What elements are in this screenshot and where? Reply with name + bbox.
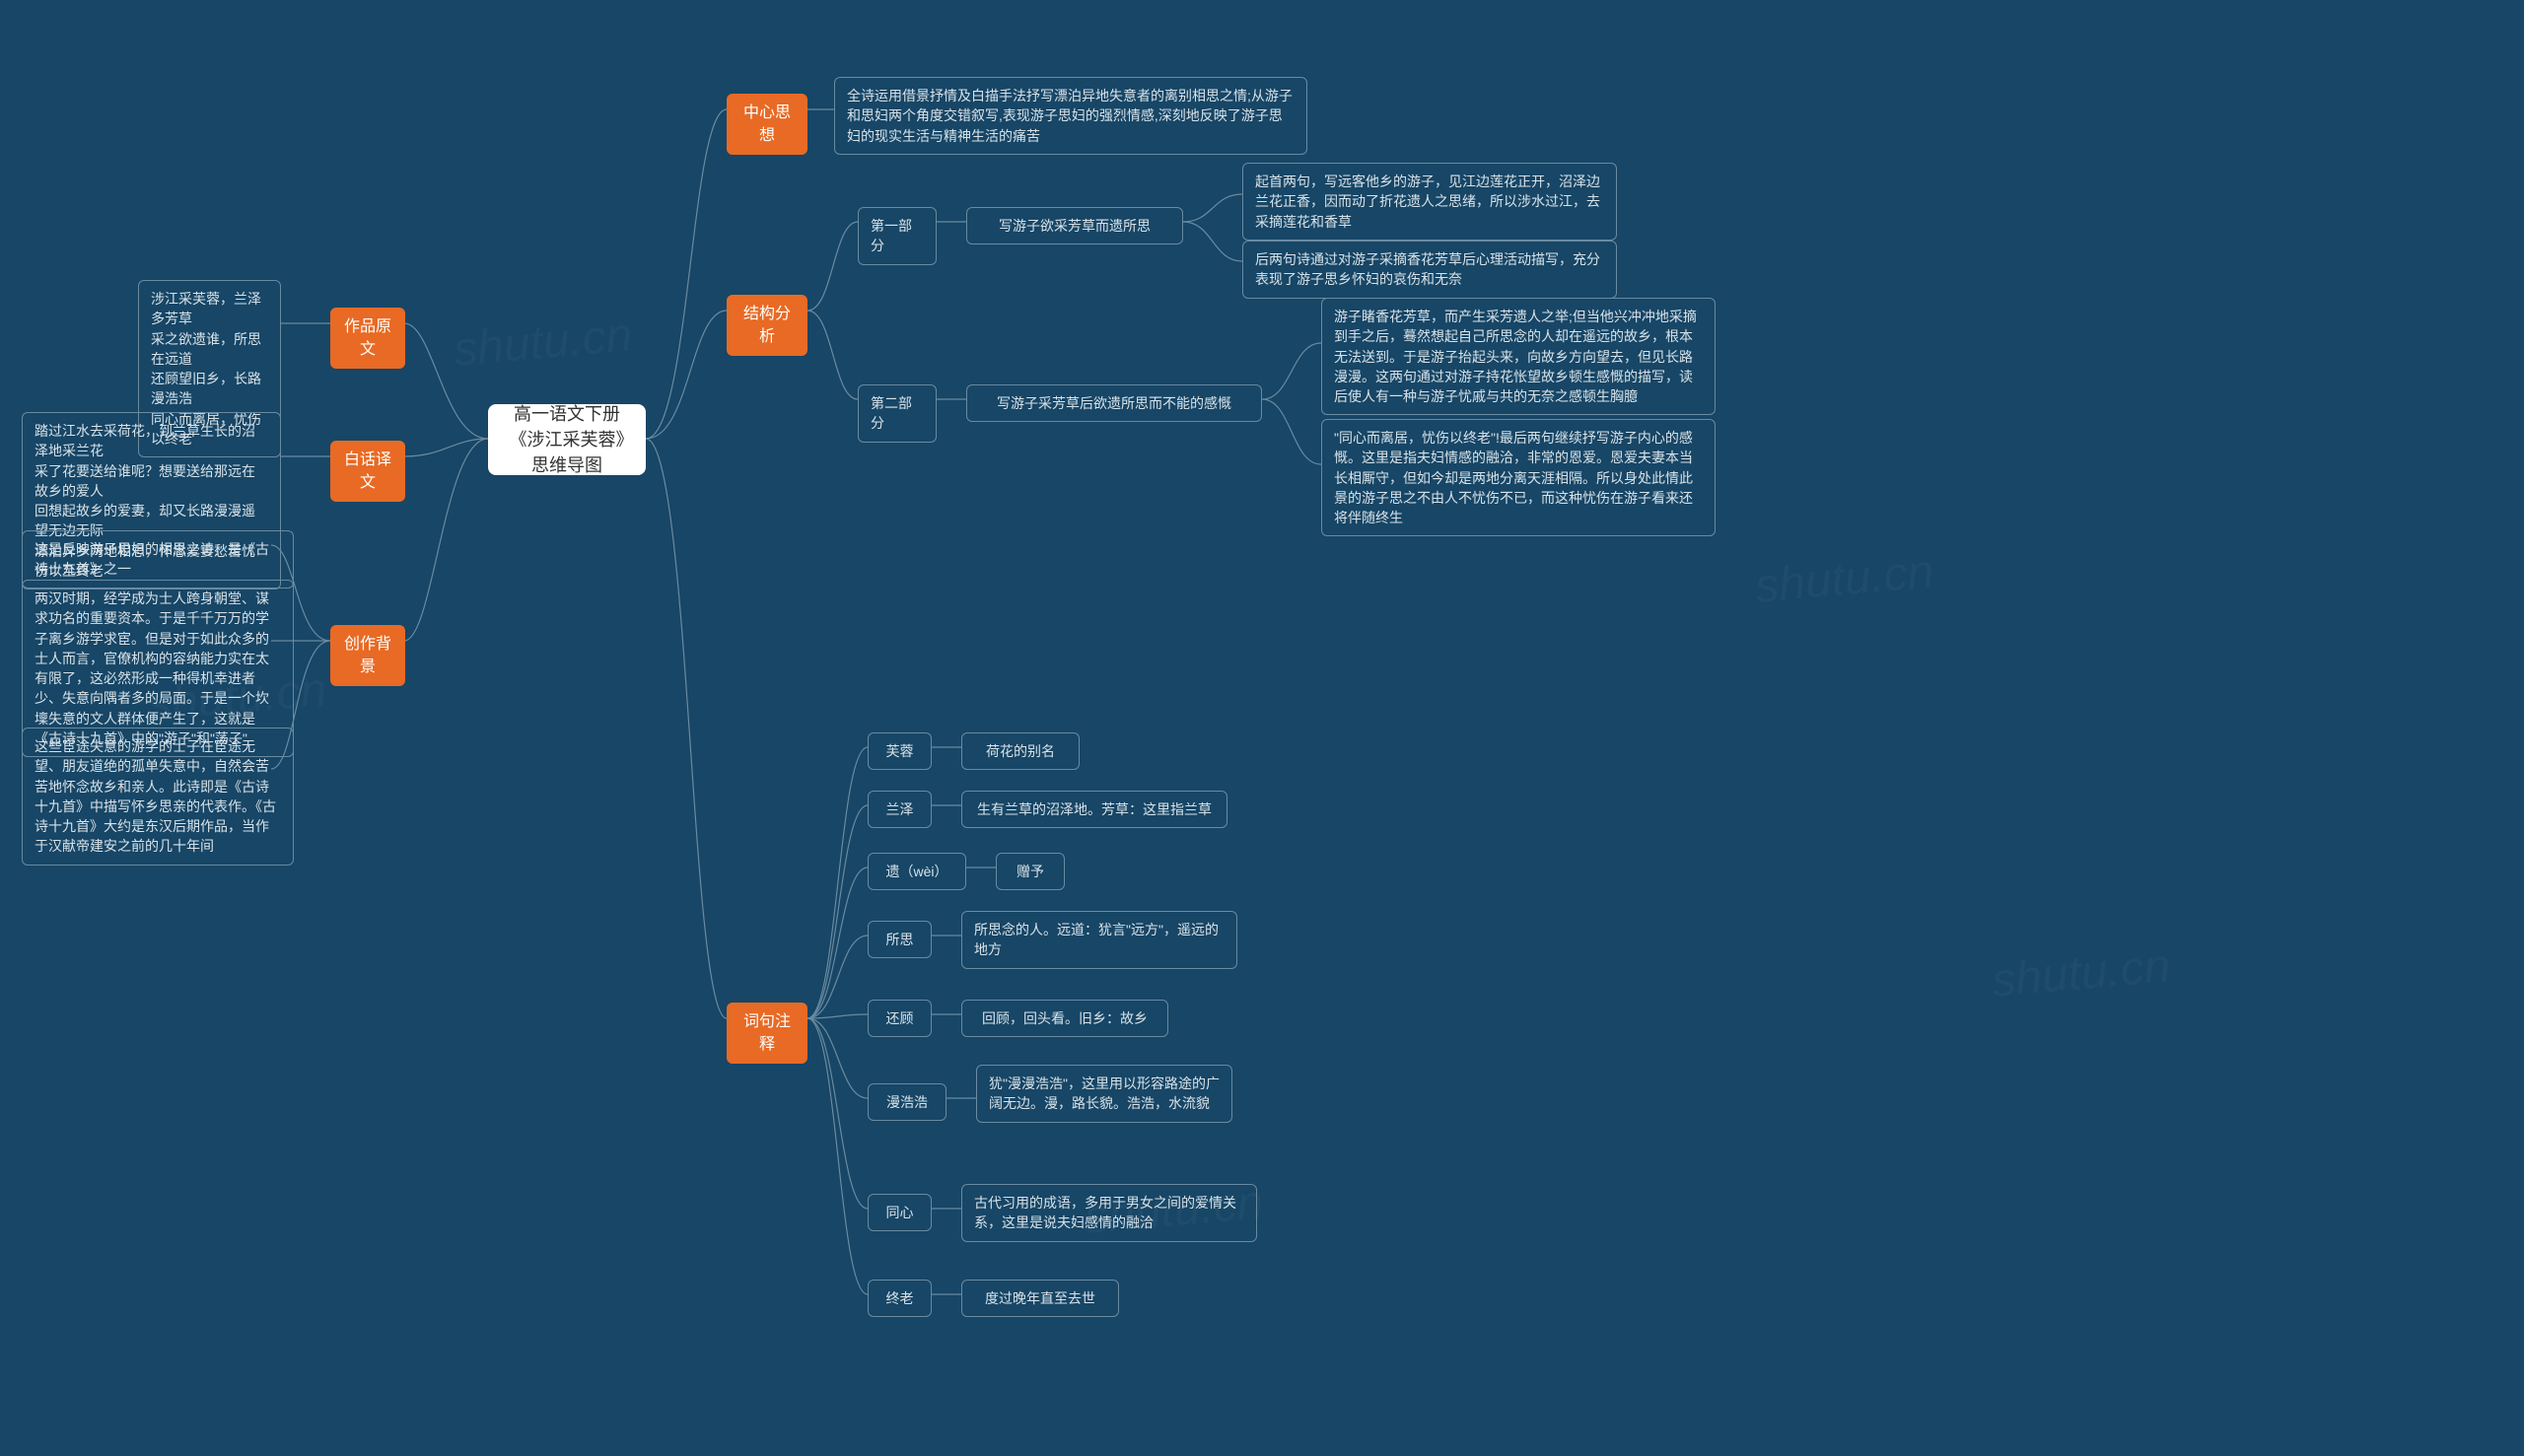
term-zhonglao[interactable]: 终老 (868, 1280, 932, 1317)
term-manhaohao[interactable]: 漫浩浩 (868, 1083, 946, 1121)
watermark: shutu.cn (1990, 938, 2173, 1008)
term-lanze[interactable]: 兰泽 (868, 791, 932, 828)
leaf-sixiang-text: 全诗运用借景抒情及白描手法抒写漂泊异地失意者的离别相思之情;从游子和思妇两个角度… (834, 77, 1307, 155)
leaf-beijing-3: 这些宦途失意的游学的士子在宦途无望、朋友道绝的孤单失意中，自然会苦苦地怀念故乡和… (22, 728, 294, 866)
def-wei: 赠予 (996, 853, 1065, 890)
term-huangu[interactable]: 还顾 (868, 1000, 932, 1037)
def-furong: 荷花的别名 (961, 732, 1080, 770)
def-zhonglao: 度过晚年直至去世 (961, 1280, 1119, 1317)
leaf-part2-t1: 游子睹香花芳草，而产生采芳遗人之举;但当他兴冲冲地采摘到手之后，蓦然想起自己所思… (1321, 298, 1716, 415)
branch-ciyu[interactable]: 词句注释 (727, 1003, 807, 1064)
term-wei[interactable]: 遗（wèi） (868, 853, 966, 890)
term-furong[interactable]: 芙蓉 (868, 732, 932, 770)
def-manhaohao: 犹"漫漫浩浩"，这里用以形容路途的广阔无边。漫，路长貌。浩浩，水流貌 (976, 1065, 1232, 1123)
leaf-part2-t2: "同心而离居，忧伤以终老"!最后两句继续抒写游子内心的感慨。这里是指夫妇情感的融… (1321, 419, 1716, 536)
branch-baihua[interactable]: 白话译文 (330, 441, 405, 502)
watermark: shutu.cn (1753, 544, 1936, 614)
branch-jiegou[interactable]: 结构分析 (727, 295, 807, 356)
sub-part2-desc: 写游子采芳草后欲遗所思而不能的感慨 (966, 384, 1262, 422)
term-suosi[interactable]: 所思 (868, 921, 932, 958)
watermark: shutu.cn (452, 308, 635, 378)
sub-part2[interactable]: 第二部分 (858, 384, 937, 443)
def-huangu: 回顾，回头看。旧乡：故乡 (961, 1000, 1168, 1037)
def-suosi: 所思念的人。远道：犹言"远方"，遥远的地方 (961, 911, 1237, 969)
root-node[interactable]: 高一语文下册《涉江采芙蓉》思维导图 (488, 404, 646, 475)
branch-beijing[interactable]: 创作背景 (330, 625, 405, 686)
def-lanze: 生有兰草的沼泽地。芳草：这里指兰草 (961, 791, 1227, 828)
leaf-part1-t2: 后两句诗通过对游子采摘香花芳草后心理活动描写，充分表现了游子思乡怀妇的哀伤和无奈 (1242, 241, 1617, 299)
branch-sixiang[interactable]: 中心思想 (727, 94, 807, 155)
sub-part1-desc: 写游子欲采芳草而遗所思 (966, 207, 1183, 244)
branch-yuanwen[interactable]: 作品原文 (330, 308, 405, 369)
leaf-part1-t1: 起首两句，写远客他乡的游子，见江边莲花正开，沼泽边兰花正香，因而动了折花遗人之思… (1242, 163, 1617, 241)
sub-part1[interactable]: 第一部分 (858, 207, 937, 265)
def-tongxin: 古代习用的成语，多用于男女之间的爱情关系，这里是说夫妇感情的融洽 (961, 1184, 1257, 1242)
term-tongxin[interactable]: 同心 (868, 1194, 932, 1231)
